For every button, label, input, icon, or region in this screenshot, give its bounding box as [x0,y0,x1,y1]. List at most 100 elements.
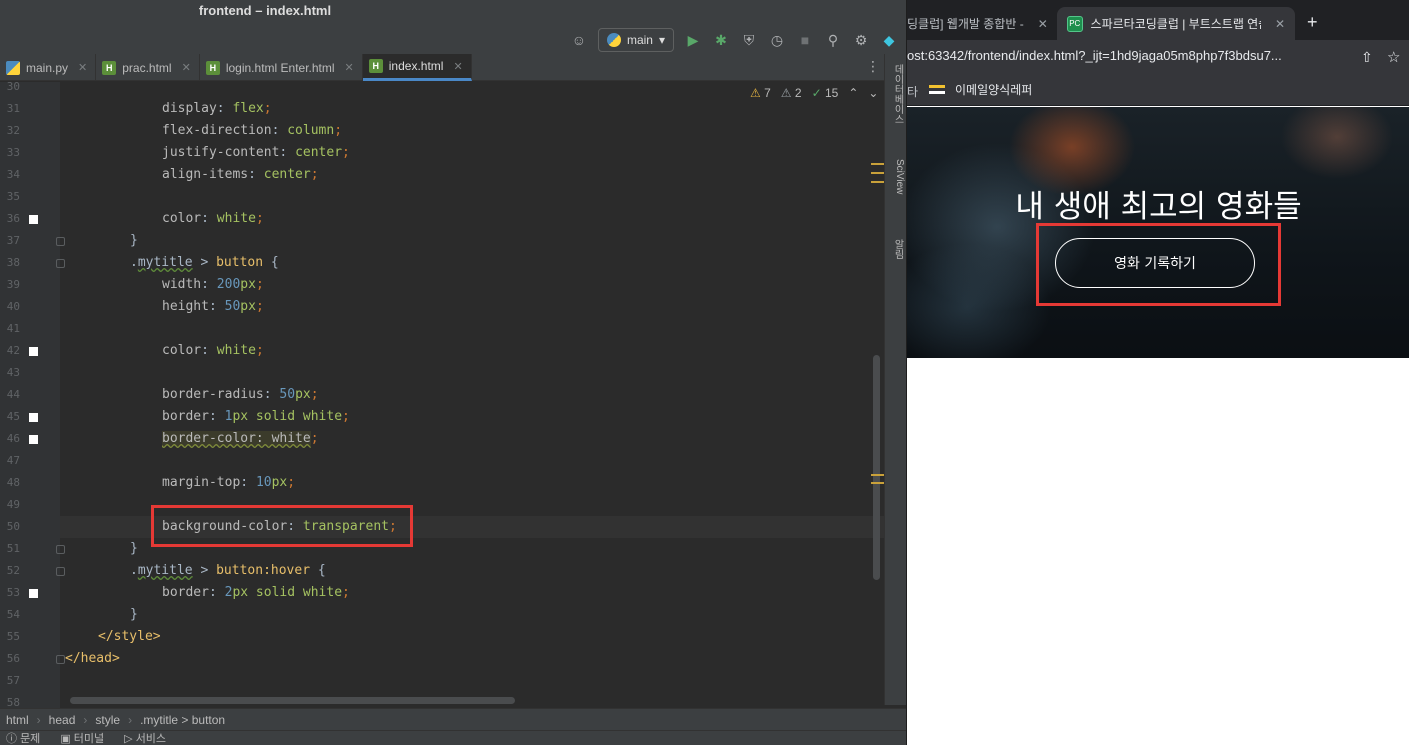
editor-tab-label: login.html Enter.html [225,60,335,75]
close-icon[interactable]: ✕ [453,60,462,73]
bookmark-fragment[interactable]: 타 [907,83,918,100]
code-line[interactable]: justify-content: center; [162,142,350,164]
code-line[interactable]: border: 2px solid white; [162,582,350,604]
breadcrumb-head[interactable]: head [49,713,76,727]
code-line[interactable]: border-radius: 50px; [162,384,319,406]
jetbrains-icon[interactable]: ◆ [880,31,898,49]
code-line[interactable]: display: flex; [162,98,272,120]
tool-sciview[interactable]: SciView [887,159,905,229]
code-token: px solid white [232,585,343,600]
code-line[interactable]: .mytitle > button:hover { [130,560,326,582]
code-line[interactable]: } [130,604,138,626]
close-icon[interactable]: ✕ [182,61,191,74]
code-line[interactable]: flex-direction: column; [162,120,342,142]
breadcrumb-separator: › [36,712,41,727]
code-line[interactable]: height: 50px; [162,296,264,318]
code-line[interactable]: color: white; [162,340,264,362]
terminal-tool[interactable]: ▣ 터미널 [60,730,104,745]
bookmark-item[interactable]: 이메일양식레퍼 [929,81,1032,98]
code-line[interactable]: width: 200px; [162,274,264,296]
code-line[interactable]: align-items: center; [162,164,319,186]
browser-tab-bootstrap[interactable]: PC 스파르타코딩클럽 | 부트스트랩 연습하 ✕ [1057,7,1295,40]
editor-tab[interactable]: Hprac.html ✕ [96,54,200,81]
code-line[interactable]: border-color: white; [162,428,319,450]
code-line[interactable]: } [130,538,138,560]
line-number: 30 [6,80,20,93]
run-icon[interactable]: ▶ [684,31,702,49]
breadcrumb-style[interactable]: style [95,713,120,727]
close-icon[interactable]: ✕ [1275,17,1285,31]
profile-icon[interactable]: ◷ [768,31,786,49]
line-number: 57 [6,674,20,687]
code-token: : [208,585,225,600]
pycharm-icon: PC [1067,15,1083,32]
breadcrumb-separator: › [83,712,88,727]
chevron-up-icon[interactable]: ⌃ [848,86,858,100]
close-icon[interactable]: ✕ [345,61,354,74]
scroll-marker [871,172,884,174]
warning-count[interactable]: ⚠ 7 [750,86,771,100]
close-icon[interactable]: ✕ [78,61,87,74]
editor-tab[interactable]: Hindex.html ✕ [362,54,472,81]
code-token: white [216,211,256,226]
line-number: 33 [6,146,20,159]
search-icon[interactable]: ⚲ [824,31,842,49]
line-number: 35 [6,190,20,203]
editor-tab[interactable]: Hlogin.html Enter.html ✕ [200,54,363,81]
color-swatch-icon[interactable] [29,413,38,422]
color-swatch-icon[interactable] [29,589,38,598]
hero-title: 내 생애 최고의 영화들 [1015,189,1302,225]
bookmark-star-icon[interactable]: ☆ [1387,48,1400,66]
code-token: : [216,101,233,116]
color-swatch-icon[interactable] [29,215,38,224]
code-token: : [201,211,217,226]
tool-database[interactable]: 데이터베이스 [887,64,905,144]
html-file-icon: H [368,59,383,73]
vertical-scrollbar[interactable] [873,355,880,580]
coverage-icon[interactable]: ⛨ [740,31,758,49]
horizontal-scrollbar[interactable] [70,697,515,704]
code-line[interactable]: .mytitle > button { [130,252,279,274]
debug-icon[interactable]: ✱ [712,31,730,49]
browser-tab-webdev[interactable]: 딩클럽] 웹개발 종합반 - ✕ [907,7,1055,40]
new-tab-button[interactable]: + [1307,12,1318,33]
code-token: 50 [224,299,241,314]
code-line[interactable]: color: white; [162,208,264,230]
stop-icon[interactable]: ■ [796,31,814,49]
address-bar[interactable]: ost:63342/frontend/index.html?_ijt=1hd9j… [907,40,1409,76]
color-swatch-icon[interactable] [29,347,38,356]
code-token: color [162,343,202,358]
code-line[interactable]: margin-top: 10px; [162,472,295,494]
line-number: 38 [6,256,20,269]
line-number: 42 [6,344,20,357]
problems-tool[interactable]: ⓘ 문제 [6,730,40,745]
code-token: { [263,255,279,270]
url-text[interactable]: ost:63342/frontend/index.html?_ijt=1hd9j… [907,48,1347,63]
code-line[interactable]: } [130,230,138,252]
code-token: } [130,607,138,622]
weak-warning-count[interactable]: ⚠ 2 [781,86,802,100]
breadcrumb-html[interactable]: html [6,713,29,727]
tool-notifications[interactable]: 알림 [887,239,905,279]
line-number: 52 [6,564,20,577]
color-swatch-icon[interactable] [29,435,38,444]
services-tool[interactable]: ▷ 서비스 [124,730,166,745]
code-line[interactable]: </head> [65,648,120,670]
user-icon[interactable]: ☺ [570,31,588,49]
share-icon[interactable]: ⇧ [1361,49,1373,66]
breadcrumb-selector[interactable]: .mytitle > button [140,713,225,727]
code-line[interactable]: </style> [98,626,161,648]
close-icon[interactable]: ✕ [1038,17,1048,31]
branch-selector[interactable]: main ▾ [597,28,674,52]
more-vertical-icon[interactable]: ⋮ [866,58,880,75]
python-icon [606,33,621,47]
code-line[interactable]: border: 1px solid white; [162,406,350,428]
code-editor[interactable]: display: flex; flex-direction: column; jus… [60,82,884,708]
html-file-icon: H [205,60,220,75]
highlight-box [151,505,413,547]
inspection-widget[interactable]: ⚠ 7 ⚠ 2 ✓ 15 ⌃ ⌄ [750,86,878,100]
typo-count[interactable]: ✓ 15 [812,86,839,100]
gear-icon[interactable]: ⚙ [852,31,870,49]
code-token: </style> [98,629,161,644]
chevron-down-icon[interactable]: ⌄ [868,86,878,100]
